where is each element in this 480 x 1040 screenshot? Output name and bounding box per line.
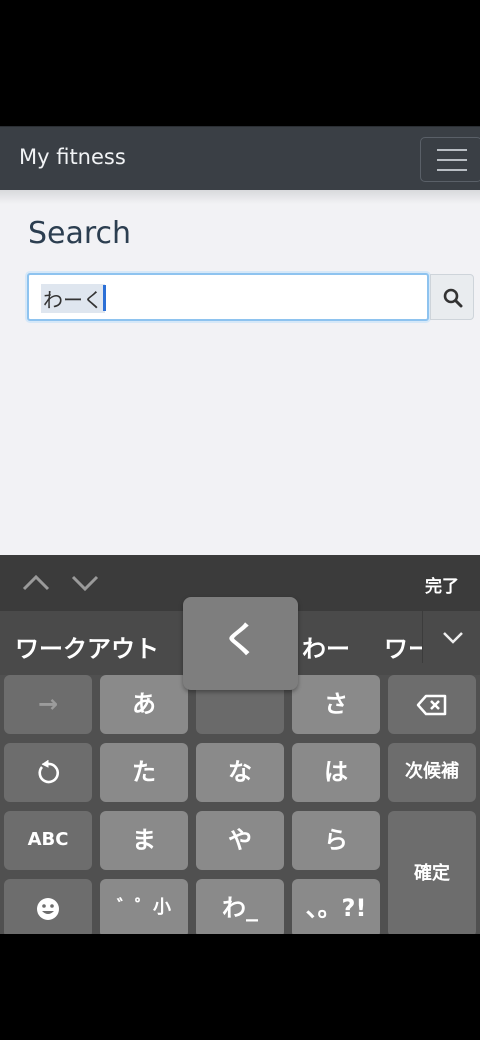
brand[interactable]: My fitness <box>19 145 126 169</box>
page-title: Search <box>28 216 132 251</box>
search-button[interactable] <box>430 274 474 320</box>
key-ha[interactable]: は <box>292 743 380 802</box>
search-input-value: わーく <box>41 284 105 313</box>
undo-icon <box>38 760 60 784</box>
candidate-item[interactable]: わー <box>302 629 350 664</box>
confirm-key[interactable]: 確定 <box>388 811 476 937</box>
backspace-icon <box>416 694 447 716</box>
emoji-icon <box>37 898 59 920</box>
main-content: Search わーく <box>0 190 480 555</box>
done-button[interactable]: 完了 <box>425 572 459 597</box>
key-sa[interactable]: さ <box>292 675 380 734</box>
key-na[interactable]: な <box>196 743 284 802</box>
key-wa[interactable]: わ_ <box>196 879 284 938</box>
key-ta[interactable]: た <box>100 743 188 802</box>
candidate-item[interactable]: ワークアウト <box>15 629 159 664</box>
chevron-down-icon <box>443 632 463 644</box>
dakuten-key[interactable]: ゛゜小 <box>100 879 188 938</box>
key-ya[interactable]: や <box>196 811 284 870</box>
text-caret <box>103 285 106 311</box>
hamburger-icon <box>437 149 467 151</box>
key-ma[interactable]: ま <box>100 811 188 870</box>
backspace-key[interactable] <box>388 675 476 734</box>
expand-candidates-button[interactable] <box>422 611 480 663</box>
key-a[interactable]: あ <box>100 675 188 734</box>
emoji-key[interactable] <box>4 879 92 938</box>
status-area <box>0 0 480 126</box>
punctuation-key[interactable]: 、。?! <box>292 879 380 938</box>
keyboard: → あ さ た な は 次候補 ABC ま や ら 確定 ゛゜小 わ_ 、。?! <box>0 675 480 938</box>
chevron-up-icon[interactable] <box>21 569 51 597</box>
menu-toggle-button[interactable] <box>420 137 480 182</box>
chevron-down-icon[interactable] <box>70 569 100 597</box>
key-ra[interactable]: ら <box>292 811 380 870</box>
nav-area <box>0 934 480 1040</box>
key-arrow-right[interactable]: → <box>4 675 92 734</box>
key-popup: く <box>183 597 298 690</box>
key-popup-char: く <box>222 620 259 661</box>
search-icon <box>443 288 463 308</box>
navbar: My fitness <box>0 126 480 190</box>
search-input[interactable]: わーく <box>27 273 429 321</box>
abc-key[interactable]: ABC <box>4 811 92 870</box>
next-candidate-key[interactable]: 次候補 <box>388 743 476 802</box>
undo-key[interactable] <box>4 743 92 802</box>
